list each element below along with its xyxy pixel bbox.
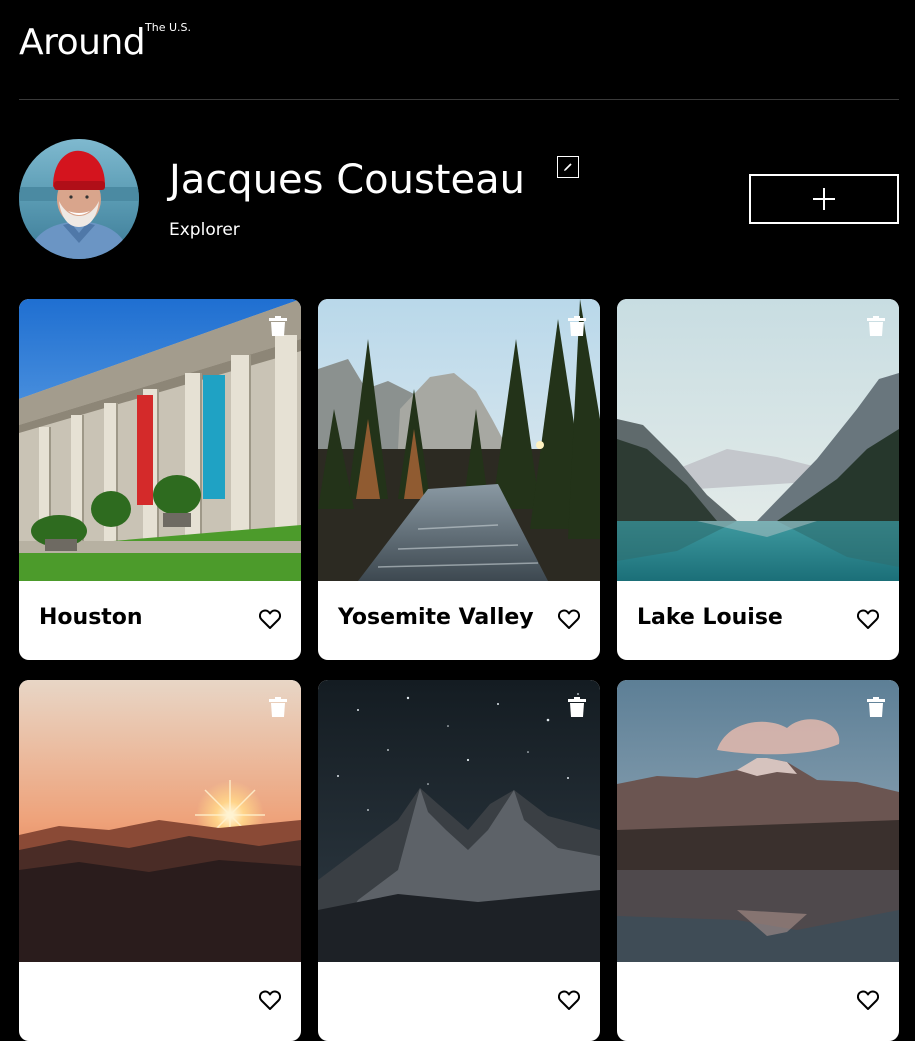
card-footer [617, 962, 899, 1041]
place-image[interactable] [318, 680, 600, 962]
avatar-image [19, 139, 139, 259]
place-card: Houston [19, 299, 301, 660]
edit-profile-button[interactable] [557, 156, 579, 178]
trash-icon[interactable] [568, 697, 586, 717]
place-image[interactable] [19, 299, 301, 581]
yosemite-valley-image [318, 299, 600, 581]
profile-name: Jacques Cousteau [169, 157, 525, 203]
card-footer: Lake Louise [617, 581, 899, 660]
card-footer [19, 962, 301, 1041]
avatar[interactable] [19, 139, 139, 259]
place-title: Yosemite Valley [338, 605, 534, 630]
place-card [617, 680, 899, 1041]
add-place-button[interactable] [749, 174, 899, 224]
place-title: Lake Louise [637, 605, 783, 630]
houston-museum-image [19, 299, 301, 581]
card-footer [318, 962, 600, 1041]
heart-icon[interactable] [558, 990, 580, 1010]
place-image[interactable] [617, 680, 899, 962]
profile-role: Explorer [169, 220, 240, 240]
profile: Jacques Cousteau Explorer [19, 139, 899, 260]
place-card [318, 680, 600, 1041]
plus-icon [813, 188, 835, 210]
header: Around The U.S. [19, 0, 899, 100]
heart-icon[interactable] [558, 609, 580, 629]
trash-icon[interactable] [867, 316, 885, 336]
place-title: Houston [39, 605, 143, 630]
trash-icon[interactable] [269, 697, 287, 717]
place-image[interactable] [318, 299, 600, 581]
pencil-icon [564, 163, 572, 171]
starry-mountains-image [318, 680, 600, 962]
place-image[interactable] [617, 299, 899, 581]
card-footer: Houston [19, 581, 301, 660]
trash-icon[interactable] [568, 316, 586, 336]
trash-icon[interactable] [867, 697, 885, 717]
trash-icon[interactable] [269, 316, 287, 336]
place-image[interactable] [19, 680, 301, 962]
logo-subtitle: The U.S. [145, 21, 191, 34]
logo: Around [19, 22, 146, 63]
heart-icon[interactable] [259, 609, 281, 629]
heart-icon[interactable] [857, 990, 879, 1010]
card-footer: Yosemite Valley [318, 581, 600, 660]
heart-icon[interactable] [857, 609, 879, 629]
lake-louise-image [617, 299, 899, 581]
heart-icon[interactable] [259, 990, 281, 1010]
place-card: Lake Louise [617, 299, 899, 660]
place-card [19, 680, 301, 1041]
place-card: Yosemite Valley [318, 299, 600, 660]
sunset-mountains-image [19, 680, 301, 962]
mountain-lake-image [617, 680, 899, 962]
